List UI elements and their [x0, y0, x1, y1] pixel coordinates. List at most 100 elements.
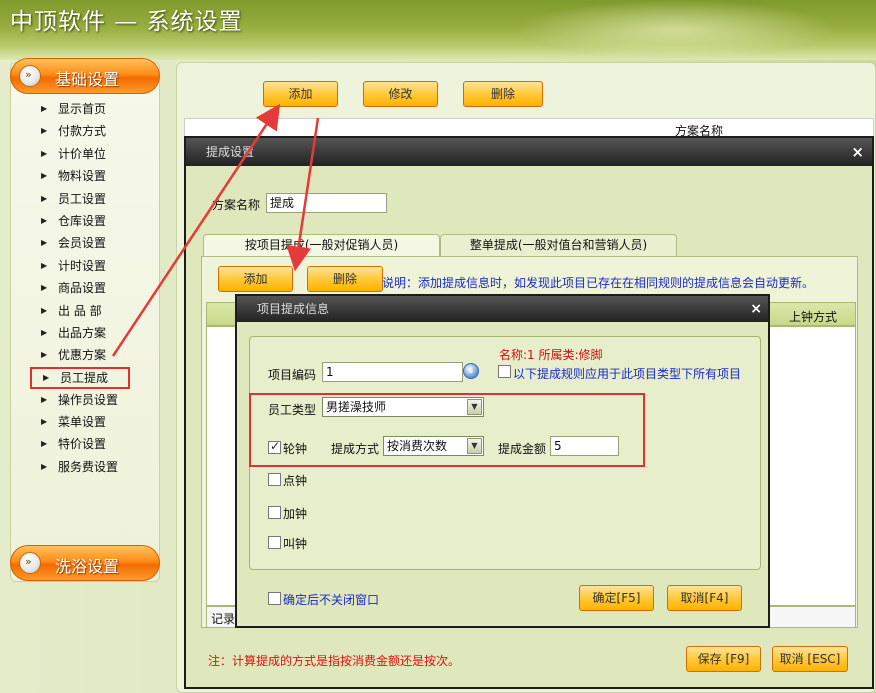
- dialog-title: 项目提成信息: [257, 302, 330, 316]
- sidebar-item-label: 付款方式: [58, 124, 107, 139]
- sidebar-item-label: 仓库设置: [58, 213, 107, 228]
- sidebar-item-label: 优惠方案: [58, 348, 107, 363]
- sidebar-item-label: 会员设置: [58, 236, 107, 251]
- tab-by-order[interactable]: 整单提成(一般对值台和营销人员): [440, 234, 677, 256]
- sidebar-item-label: 员工提成: [60, 370, 109, 385]
- triangle-right-icon: ▶: [41, 148, 48, 158]
- triangle-right-icon: ▶: [41, 394, 48, 404]
- close-icon[interactable]: ×: [750, 296, 762, 322]
- sidebar-menu: ▶ 显示首页 ▶ 付款方式 ▶ 计价单位 ▶ 物料设置 ▶ 员工设置 ▶ 仓库设置 ▶ 会员设…: [30, 98, 152, 478]
- triangle-right-icon: ▶: [43, 372, 50, 382]
- sidebar-item-material[interactable]: ▶ 物料设置: [30, 165, 152, 187]
- triangle-right-icon: ▶: [41, 350, 48, 360]
- apply-all-checkbox[interactable]: [498, 365, 511, 378]
- expand-arrow-icon: »: [19, 65, 41, 87]
- point-checkbox[interactable]: [268, 473, 281, 486]
- footer-note: 注：计算提成的方式是指按消费金额还是按次。: [208, 654, 461, 668]
- close-icon[interactable]: ×: [851, 138, 864, 166]
- group-basic-label: 基础设置: [55, 70, 120, 89]
- triangle-right-icon: ▶: [41, 193, 48, 203]
- triangle-right-icon: ▶: [41, 126, 48, 136]
- sidebar-item-output-plan[interactable]: ▶ 出品方案: [30, 322, 152, 344]
- scheme-name-input[interactable]: 提成: [266, 193, 387, 213]
- triangle-right-icon: ▶: [41, 171, 48, 181]
- cancel-item-button[interactable]: 取消[F4]: [667, 585, 742, 611]
- sidebar-item-output-dept[interactable]: ▶ 出 品 部: [30, 300, 152, 322]
- sidebar-item-special-price[interactable]: ▶ 特价设置: [30, 433, 152, 455]
- sidebar-item-operator[interactable]: ▶ 操作员设置: [30, 389, 152, 411]
- extra-label: 加钟: [283, 507, 308, 521]
- triangle-right-icon: ▶: [41, 327, 48, 337]
- triangle-right-icon: ▶: [41, 305, 48, 315]
- triangle-right-icon: ▶: [41, 461, 48, 471]
- sidebar-item-label: 操作员设置: [58, 392, 119, 407]
- triangle-right-icon: ▶: [41, 238, 48, 248]
- scheme-name-label: 方案名称: [212, 198, 261, 212]
- app-title: 中顶软件 — 系统设置: [10, 9, 243, 35]
- add-rule-button[interactable]: 添加: [218, 266, 293, 292]
- sidebar-item-label: 计价单位: [58, 146, 107, 161]
- sidebar-item-discount[interactable]: ▶ 优惠方案: [30, 344, 152, 366]
- extra-checkbox[interactable]: [268, 506, 281, 519]
- sidebar-item-home[interactable]: ▶ 显示首页: [30, 98, 152, 120]
- item-info: 名称:1 所属类:修脚: [499, 348, 603, 362]
- sidebar-item-warehouse[interactable]: ▶ 仓库设置: [30, 210, 152, 232]
- add-button[interactable]: 添加: [263, 81, 338, 107]
- sidebar-item-label: 员工设置: [58, 191, 107, 206]
- instruction-note: 说明：添加提成信息时，如发现此项目已存在在相同规则的提成信息会自动更新。: [382, 276, 815, 290]
- triangle-right-icon: ▶: [41, 439, 48, 449]
- point-label: 点钟: [283, 474, 308, 488]
- sidebar-item-label: 显示首页: [58, 102, 107, 116]
- header-glow: [516, 0, 836, 58]
- item-code-label: 项目编码: [268, 368, 317, 382]
- triangle-right-icon: ▶: [41, 283, 48, 293]
- delete-rule-button[interactable]: 删除: [307, 266, 383, 292]
- sidebar-item-member[interactable]: ▶ 会员设置: [30, 232, 152, 254]
- app-header: 中顶软件 — 系统设置: [0, 0, 876, 60]
- col-shift-method: 上钟方式: [788, 310, 837, 324]
- sidebar-item-label: 计时设置: [58, 258, 107, 273]
- item-code-input[interactable]: 1: [322, 362, 463, 382]
- sidebar-item-label: 出品方案: [58, 325, 107, 340]
- triangle-right-icon: ▶: [41, 417, 48, 427]
- sidebar-item-staff-commission[interactable]: ▶ 员工提成: [30, 366, 130, 389]
- keep-open-label: 确定后不关闭窗口: [283, 593, 380, 607]
- delete-button[interactable]: 删除: [463, 81, 543, 107]
- triangle-right-icon: ▶: [41, 104, 48, 113]
- cancel-button[interactable]: 取消 [ESC]: [772, 646, 848, 672]
- sidebar-item-timing[interactable]: ▶ 计时设置: [30, 255, 152, 277]
- item-picker-icon[interactable]: ↓: [463, 363, 479, 379]
- group-bath-label: 洗浴设置: [55, 557, 120, 576]
- sidebar-item-payment[interactable]: ▶ 付款方式: [30, 120, 152, 142]
- dialog-titlebar: 提成设置 ×: [186, 138, 872, 166]
- sidebar-item-service-fee[interactable]: ▶ 服务费设置: [30, 456, 152, 478]
- sidebar-item-staff[interactable]: ▶ 员工设置: [30, 188, 152, 210]
- dialog-title: 提成设置: [206, 145, 255, 159]
- sidebar-item-label: 商品设置: [58, 281, 107, 296]
- scheme-table-header: 方案名称: [184, 118, 874, 138]
- dialog-titlebar: 项目提成信息 ×: [237, 296, 768, 322]
- group-bath-settings-button[interactable]: » 洗浴设置: [10, 545, 160, 581]
- save-button[interactable]: 保存 [F9]: [686, 646, 761, 672]
- sidebar-item-label: 出 品 部: [58, 303, 102, 318]
- sidebar-item-label: 特价设置: [58, 437, 107, 452]
- record-label: 记录: [211, 612, 236, 626]
- sidebar-item-unit[interactable]: ▶ 计价单位: [30, 143, 152, 165]
- sidebar-item-label: 菜单设置: [58, 415, 107, 430]
- tab-by-item[interactable]: 按项目提成(一般对促销人员): [203, 234, 440, 257]
- ok-button[interactable]: 确定[F5]: [579, 585, 654, 611]
- sidebar-item-menu[interactable]: ▶ 菜单设置: [30, 411, 152, 433]
- sidebar-item-goods[interactable]: ▶ 商品设置: [30, 277, 152, 299]
- highlight-box: [249, 393, 645, 467]
- call-checkbox[interactable]: [268, 536, 281, 549]
- apply-all-label: 以下提成规则应用于此项目类型下所有项目: [513, 367, 742, 381]
- triangle-right-icon: ▶: [41, 260, 48, 270]
- triangle-right-icon: ▶: [41, 215, 48, 225]
- expand-arrow-icon: »: [19, 552, 41, 574]
- sidebar-item-label: 物料设置: [58, 169, 107, 184]
- keep-open-checkbox[interactable]: [268, 592, 281, 605]
- call-label: 叫钟: [283, 537, 308, 551]
- sidebar-item-label: 服务费设置: [58, 459, 119, 474]
- group-basic-settings-button[interactable]: » 基础设置: [10, 58, 160, 94]
- edit-button[interactable]: 修改: [363, 81, 438, 107]
